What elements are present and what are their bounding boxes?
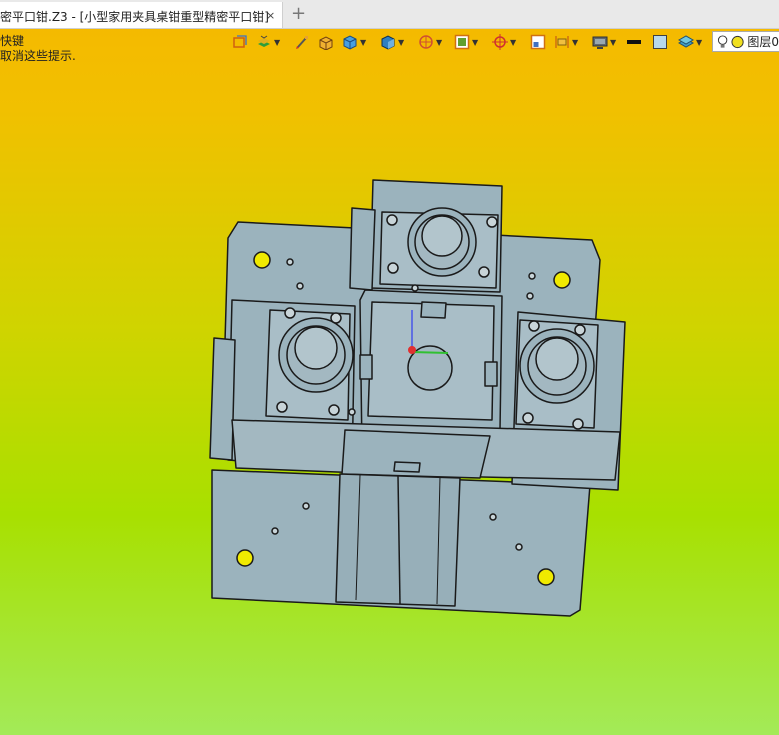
vise-model xyxy=(209,179,626,617)
model-viewport[interactable] xyxy=(0,0,779,735)
